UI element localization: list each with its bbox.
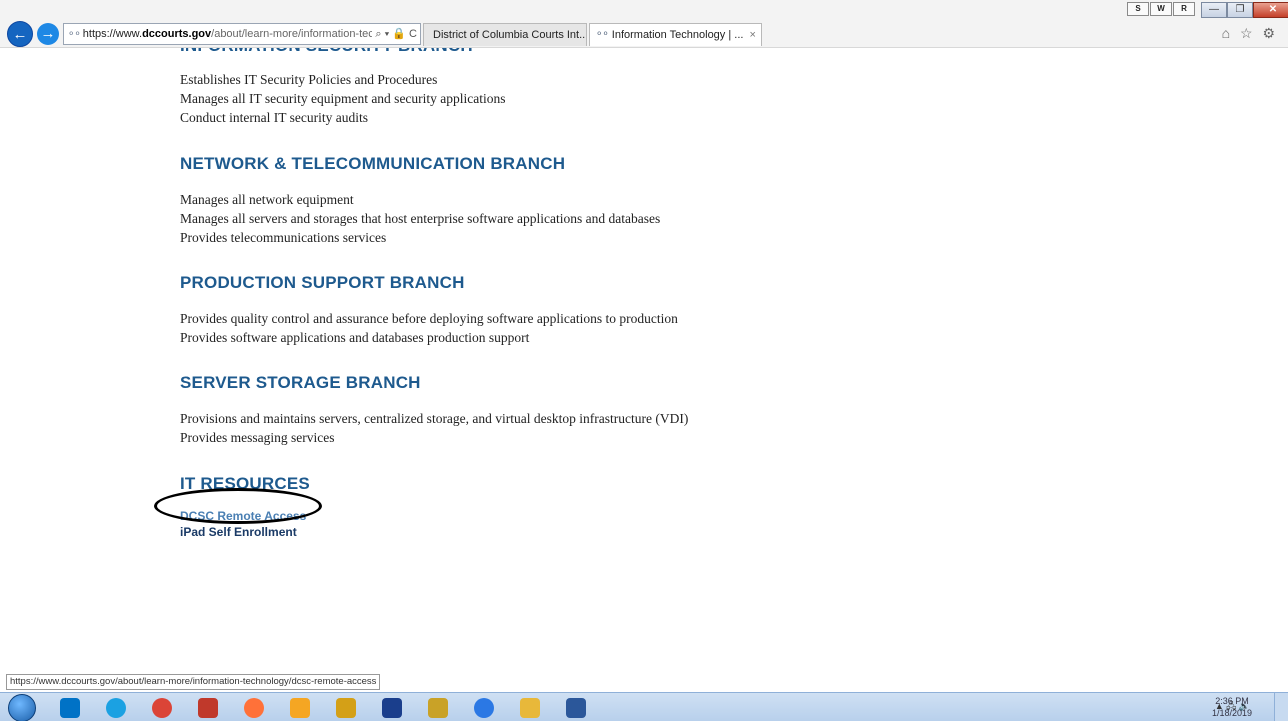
- taskbar-item[interactable]: [190, 695, 226, 721]
- taskbar-item[interactable]: [558, 695, 594, 721]
- home-favorites-settings-icons[interactable]: ⌂ ☆ ⚙: [1222, 25, 1278, 42]
- back-arrow-icon: ←: [12, 26, 28, 43]
- taskbar-item[interactable]: [466, 695, 502, 721]
- taskbar-item[interactable]: [52, 695, 88, 721]
- close-tab-icon[interactable]: ×: [749, 29, 755, 41]
- tab-information-technology[interactable]: ⚬⚬ Information Technology | ... ×: [589, 23, 762, 46]
- site-icon: ⚬⚬: [595, 29, 610, 40]
- windows-store-icon: [382, 698, 402, 718]
- app-icon: [336, 698, 356, 718]
- browser-chrome: ← → ⚬⚬ https://www.dccourts.gov/about/le…: [0, 0, 1288, 48]
- address-bar[interactable]: ⚬⚬ https://www.dccourts.gov/about/learn-…: [63, 23, 421, 45]
- minimize-button[interactable]: —: [1201, 2, 1227, 18]
- ipad-self-enrollment-link[interactable]: iPad Self Enrollment: [180, 524, 306, 540]
- network-heading: NETWORK & TELECOMMUNICATION BRANCH: [180, 154, 566, 173]
- dcsc-remote-access-link[interactable]: DCSC Remote Access: [180, 508, 306, 524]
- r-button[interactable]: R: [1173, 2, 1195, 16]
- folder-icon: [520, 698, 540, 718]
- address-tools[interactable]: ⌕ ▾ 🔒 C: [372, 27, 420, 41]
- w-button[interactable]: W: [1150, 2, 1172, 16]
- back-button[interactable]: ←: [7, 21, 33, 47]
- taskbar: ▲ 🖧 🔈 2:36 PM 1/18/2019: [0, 692, 1288, 721]
- production-heading: PRODUCTION SUPPORT BRANCH: [180, 273, 465, 292]
- word-icon: [566, 698, 586, 718]
- avaya-icon: [198, 698, 218, 718]
- taskbar-item[interactable]: [236, 695, 272, 721]
- taskbar-item[interactable]: [98, 695, 134, 721]
- tab-dc-courts[interactable]: District of Columbia Courts Int...: [423, 23, 587, 46]
- list-item: Manages all network equipment: [180, 192, 354, 207]
- network-section: NETWORK & TELECOMMUNICATION BRANCH Manag…: [180, 154, 660, 247]
- maximize-button[interactable]: ❐: [1227, 2, 1253, 18]
- security-items: Establishes IT Security Policies and Pro…: [180, 70, 506, 127]
- tab-label: District of Columbia Courts Int...: [433, 29, 587, 41]
- forward-button[interactable]: →: [37, 23, 59, 45]
- list-item: Manages all IT security equipment and se…: [180, 91, 506, 106]
- toolbar-buttons: S W R: [1127, 2, 1196, 16]
- outlook-icon: [60, 698, 80, 718]
- clock-date: 1/18/2019: [1212, 708, 1253, 718]
- address-url[interactable]: https://www.dccourts.gov/about/learn-mor…: [83, 28, 373, 40]
- taskbar-item[interactable]: [282, 695, 318, 721]
- firefox-icon: [244, 698, 264, 718]
- security-heading: INFORMATION SECURITY BRANCH: [180, 48, 473, 56]
- tab-label: Information Technology | ...: [611, 29, 744, 41]
- list-item: Provides messaging services: [180, 430, 335, 445]
- status-bar-url: https://www.dccourts.gov/about/learn-mor…: [6, 674, 381, 690]
- list-item: Establishes IT Security Policies and Pro…: [180, 72, 438, 87]
- taskbar-item[interactable]: [374, 695, 410, 721]
- list-item: Conduct internal IT security audits: [180, 110, 368, 125]
- list-item: Provides software applications and datab…: [180, 330, 530, 345]
- resources-links: DCSC Remote Access iPad Self Enrollment: [180, 508, 306, 540]
- taskbar-item[interactable]: [144, 695, 180, 721]
- list-item: Manages all servers and storages that ho…: [180, 211, 661, 226]
- taskbar-item[interactable]: [328, 695, 364, 721]
- internet-explorer-icon: [106, 698, 126, 718]
- production-section: PRODUCTION SUPPORT BRANCH Provides quali…: [180, 273, 678, 347]
- resources-heading: IT RESOURCES: [180, 474, 310, 493]
- chrome-icon: [152, 698, 172, 718]
- server-heading: SERVER STORAGE BRANCH: [180, 373, 421, 392]
- clock-time: 2:36 PM: [1215, 696, 1249, 706]
- server-section: SERVER STORAGE BRANCH Provisions and mai…: [180, 373, 688, 447]
- window-controls: — ❐ ✕: [1201, 2, 1288, 18]
- clock[interactable]: 2:36 PM 1/18/2019: [1212, 695, 1252, 719]
- s-button[interactable]: S: [1127, 2, 1149, 16]
- taskbar-item[interactable]: [512, 695, 548, 721]
- show-desktop-button[interactable]: [1274, 693, 1288, 721]
- mail-icon: [290, 698, 310, 718]
- resources-section: IT RESOURCES: [180, 474, 310, 494]
- forward-arrow-icon: →: [40, 25, 56, 42]
- close-window-button[interactable]: ✕: [1253, 2, 1288, 18]
- list-item: Provides quality control and assurance b…: [180, 311, 678, 326]
- sticky-icon: [428, 698, 448, 718]
- start-button[interactable]: [8, 694, 36, 721]
- security-section: INFORMATION SECURITY BRANCH: [180, 48, 473, 56]
- site-icon: ⚬⚬: [67, 28, 82, 40]
- browser-icon: [474, 698, 494, 718]
- taskbar-item[interactable]: [420, 695, 456, 721]
- page-content: INFORMATION SECURITY BRANCH Establishes …: [0, 48, 1288, 670]
- list-item: Provisions and maintains servers, centra…: [180, 411, 689, 426]
- list-item: Provides telecommunications services: [180, 230, 387, 245]
